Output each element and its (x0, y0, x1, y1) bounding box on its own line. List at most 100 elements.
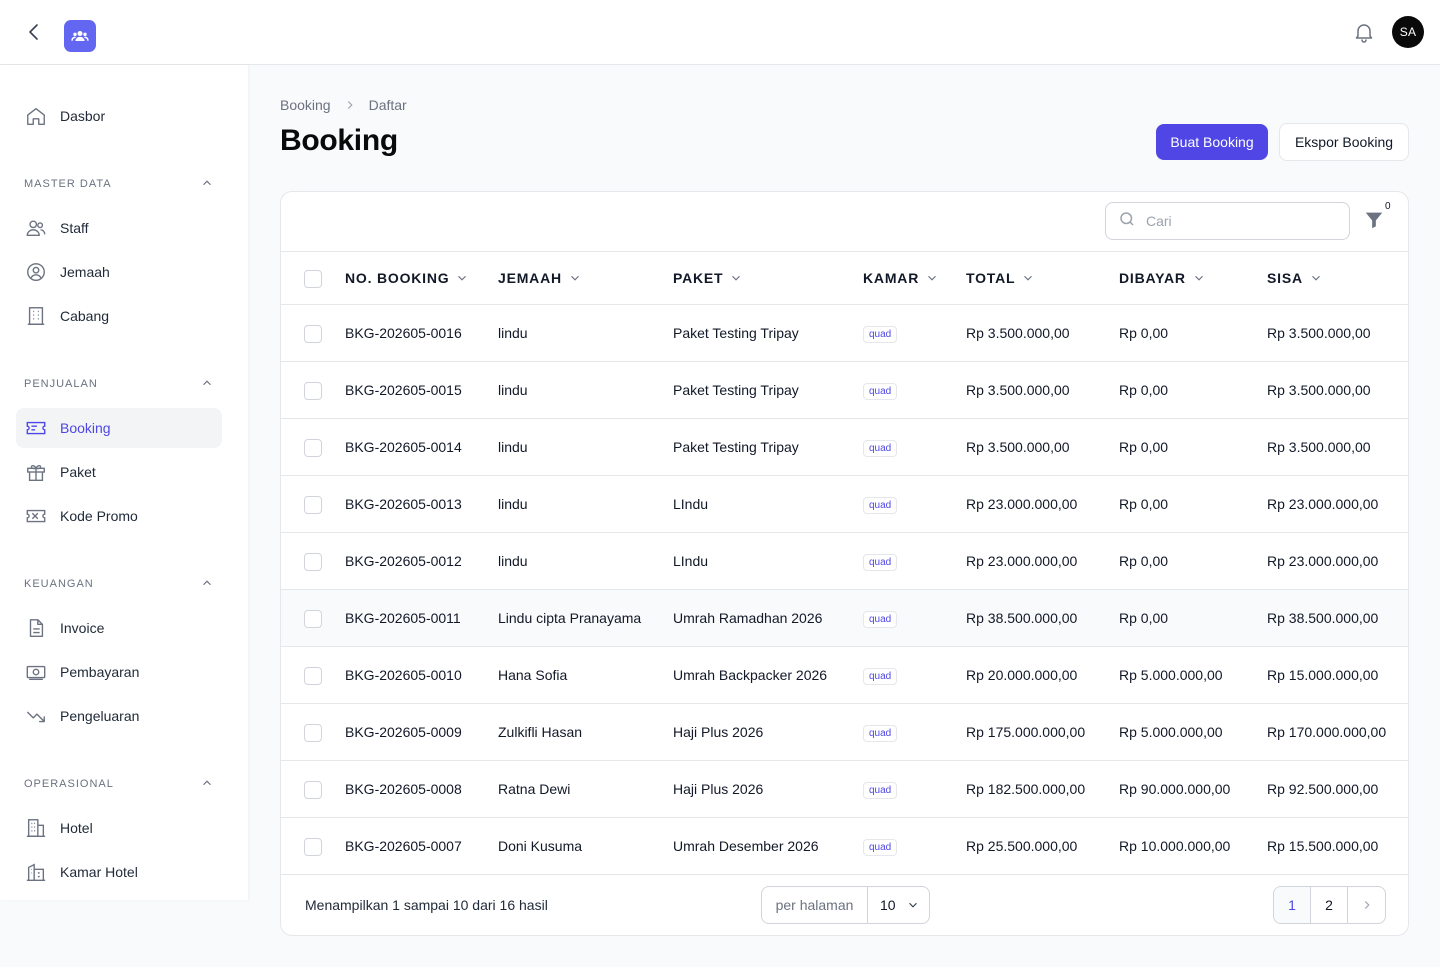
row-checkbox[interactable] (304, 724, 322, 742)
app-logo[interactable] (64, 20, 96, 52)
section-label: OPERASIONAL (24, 778, 114, 790)
sidebar-item-dasbor[interactable]: Dasbor (16, 96, 222, 136)
sidebar-item-hotel[interactable]: Hotel (16, 808, 222, 848)
column-label: TOTAL (966, 270, 1016, 286)
table-row[interactable]: BKG-202605-0016 lindu Paket Testing Trip… (281, 305, 1408, 362)
column-header-total[interactable]: TOTAL (966, 270, 1035, 286)
sidebar-item-invoice[interactable]: Invoice (16, 608, 222, 648)
table-row[interactable]: BKG-202605-0013 lindu LIndu quad Rp 23.0… (281, 476, 1408, 533)
next-page-button[interactable] (1348, 887, 1385, 923)
cell-no-booking: BKG-202605-0009 (345, 724, 462, 740)
chevron-down-icon (729, 271, 743, 285)
row-checkbox[interactable] (304, 325, 322, 343)
cell-dibayar: Rp 0,00 (1119, 610, 1169, 626)
back-arrow-icon[interactable] (22, 20, 46, 44)
row-checkbox[interactable] (304, 553, 322, 571)
sidebar-item-label: Hotel (60, 820, 93, 836)
cell-paket: Umrah Desember 2026 (673, 838, 819, 854)
sidebar-item-label: Pengeluaran (60, 708, 140, 724)
sidebar-item-label: Staff (60, 220, 89, 236)
cell-jemaah: lindu (498, 325, 528, 341)
cell-jemaah: lindu (498, 553, 528, 569)
section-keuangan[interactable]: KEUANGAN (24, 574, 214, 594)
search-icon (1118, 210, 1136, 233)
column-header-sisa[interactable]: SISA (1267, 270, 1323, 286)
row-checkbox[interactable] (304, 610, 322, 628)
select-all-checkbox[interactable] (304, 270, 322, 288)
cell-total: Rp 175.000.000,00 (966, 724, 1086, 740)
cell-dibayar: Rp 0,00 (1119, 496, 1169, 512)
sidebar-item-pembayaran[interactable]: Pembayaran (16, 652, 222, 692)
row-checkbox[interactable] (304, 667, 322, 685)
chevron-up-icon (200, 176, 214, 193)
chevron-down-icon (1309, 271, 1323, 285)
table-row[interactable]: BKG-202605-0008 Ratna Dewi Haji Plus 202… (281, 761, 1408, 818)
table-row[interactable]: BKG-202605-0009 Zulkifli Hasan Haji Plus… (281, 704, 1408, 761)
column-header-jemaah[interactable]: JEMAAH (498, 270, 582, 286)
home-icon (24, 104, 48, 128)
create-booking-button[interactable]: Buat Booking (1156, 124, 1268, 160)
hotel-building-icon (24, 816, 48, 840)
column-header-dibayar[interactable]: DIBAYAR (1119, 270, 1206, 286)
page-button-1[interactable]: 1 (1274, 887, 1311, 923)
column-label: KAMAR (863, 270, 920, 286)
table-row[interactable]: BKG-202605-0011 Lindu cipta Pranayama Um… (281, 590, 1408, 647)
gift-icon (24, 460, 48, 484)
export-booking-button[interactable]: Ekspor Booking (1279, 123, 1409, 161)
row-checkbox[interactable] (304, 838, 322, 856)
cell-no-booking: BKG-202605-0011 (345, 610, 461, 626)
cell-total: Rp 38.500.000,00 (966, 610, 1078, 626)
cell-no-booking: BKG-202605-0013 (345, 496, 462, 512)
row-checkbox[interactable] (304, 439, 322, 457)
cell-dibayar: Rp 5.000.000,00 (1119, 667, 1223, 683)
section-master-data[interactable]: MASTER DATA (24, 174, 214, 194)
sidebar-item-kamar-hotel[interactable]: Kamar Hotel (16, 852, 222, 892)
sidebar-item-booking[interactable]: Booking (16, 408, 222, 448)
page-button-2[interactable]: 2 (1311, 887, 1348, 923)
table-row[interactable]: BKG-202605-0012 lindu LIndu quad Rp 23.0… (281, 533, 1408, 590)
user-avatar[interactable]: SA (1392, 16, 1424, 48)
search-input[interactable] (1146, 213, 1336, 229)
row-checkbox[interactable] (304, 781, 322, 799)
row-checkbox[interactable] (304, 496, 322, 514)
sidebar-item-label: Booking (60, 420, 111, 436)
sidebar-item-staff[interactable]: Staff (16, 208, 222, 248)
sidebar-item-jemaah[interactable]: Jemaah (16, 252, 222, 292)
cell-dibayar: Rp 90.000.000,00 (1119, 781, 1231, 797)
cell-total: Rp 182.500.000,00 (966, 781, 1086, 797)
per-page-control: per halaman 10 (761, 886, 930, 924)
filter-icon[interactable] (1363, 209, 1387, 233)
cell-sisa: Rp 3.500.000,00 (1267, 325, 1371, 341)
sidebar-item-label: Jemaah (60, 264, 110, 280)
row-checkbox[interactable] (304, 382, 322, 400)
column-header-paket[interactable]: PAKET (673, 270, 743, 286)
notification-bell-icon[interactable] (1352, 20, 1376, 44)
sidebar-item-pengeluaran[interactable]: Pengeluaran (16, 696, 222, 736)
section-label: MASTER DATA (24, 178, 112, 190)
cell-total: Rp 23.000.000,00 (966, 496, 1078, 512)
sidebar-item-paket[interactable]: Paket (16, 452, 222, 492)
section-label: KEUANGAN (24, 578, 94, 590)
sidebar-item-cabang[interactable]: Cabang (16, 296, 222, 336)
cell-dibayar: Rp 0,00 (1119, 553, 1169, 569)
room-type-badge: quad (863, 497, 898, 514)
cell-total: Rp 3.500.000,00 (966, 439, 1070, 455)
hotel-room-icon (24, 860, 48, 884)
sidebar-item-label: Dasbor (60, 108, 106, 124)
table-row[interactable]: BKG-202605-0015 lindu Paket Testing Trip… (281, 362, 1408, 419)
column-header-no-booking[interactable]: NO. BOOKING (345, 270, 469, 286)
sidebar-item-kode-promo[interactable]: Kode Promo (16, 496, 222, 536)
cell-sisa: Rp 15.000.000,00 (1267, 667, 1379, 683)
cell-dibayar: Rp 0,00 (1119, 439, 1169, 455)
table-row[interactable]: BKG-202605-0007 Doni Kusuma Umrah Desemb… (281, 818, 1408, 875)
section-penjualan[interactable]: PENJUALAN (24, 374, 214, 394)
section-operasional[interactable]: OPERASIONAL (24, 774, 214, 794)
breadcrumb-parent[interactable]: Booking (280, 97, 331, 113)
cell-jemaah: Doni Kusuma (498, 838, 583, 854)
table-row[interactable]: BKG-202605-0010 Hana Sofia Umrah Backpac… (281, 647, 1408, 704)
table-row[interactable]: BKG-202605-0014 lindu Paket Testing Trip… (281, 419, 1408, 476)
column-label: SISA (1267, 270, 1303, 286)
column-header-kamar[interactable]: KAMAR (863, 270, 939, 286)
room-type-badge: quad (863, 839, 898, 856)
per-page-select[interactable]: 10 (868, 887, 929, 923)
